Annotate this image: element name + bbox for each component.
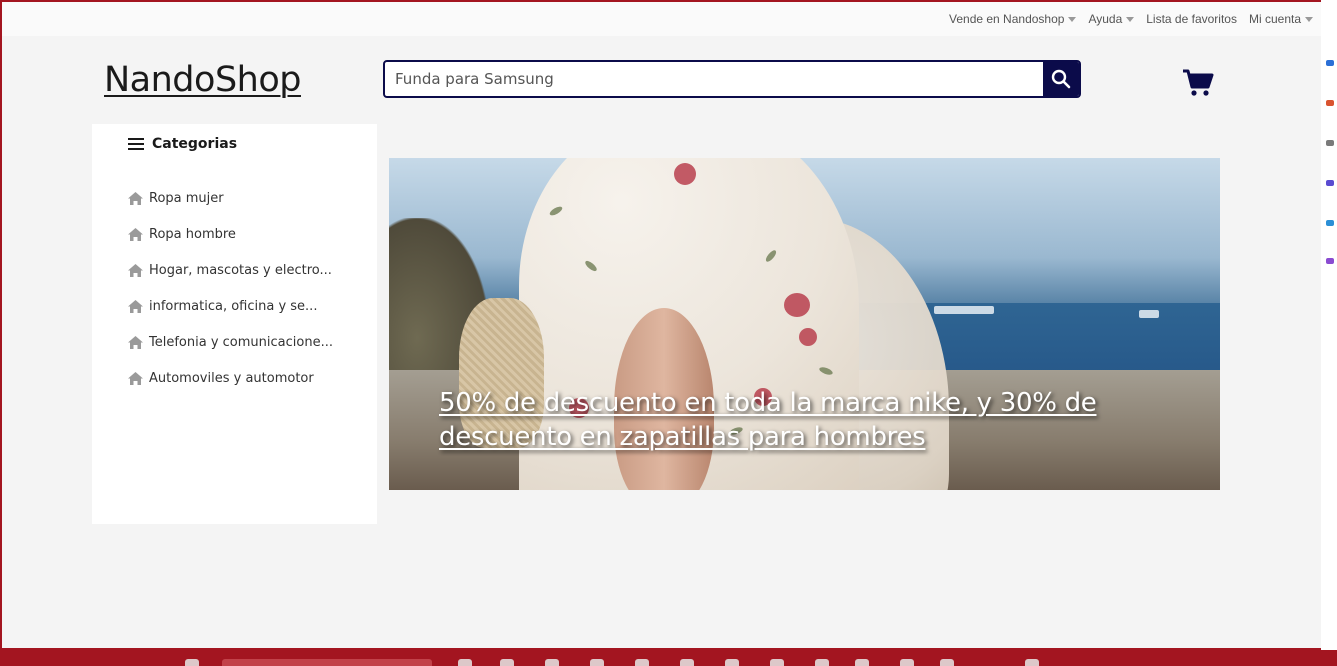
- taskbar-app-icon[interactable]: [590, 659, 604, 666]
- chevron-down-icon: [1068, 16, 1077, 22]
- search-bar: [383, 60, 1081, 98]
- side-panel-edge: [1321, 0, 1337, 650]
- banner-dress-flower: [784, 293, 810, 317]
- banner-dress-flower: [674, 163, 696, 185]
- os-taskbar: [0, 650, 1337, 666]
- home-icon: [128, 191, 143, 205]
- search-button[interactable]: [1043, 62, 1079, 96]
- side-panel-icon: [1326, 220, 1334, 226]
- chevron-down-icon: [1305, 16, 1313, 22]
- taskbar-app-icon[interactable]: [770, 659, 784, 666]
- shopping-cart-icon: [1183, 69, 1214, 96]
- top-links: Vende en Nandoshop Ayuda Lista de favori…: [949, 12, 1313, 26]
- category-item-telefonia[interactable]: Telefonia y comunicacione...: [128, 324, 333, 360]
- taskbar-app-icon[interactable]: [855, 659, 869, 666]
- promo-banner[interactable]: 50% de descuento en toda la marca nike, …: [389, 158, 1220, 490]
- taskbar-app-icon[interactable]: [900, 659, 914, 666]
- category-label: informatica, oficina y se...: [149, 298, 318, 314]
- taskbar-search[interactable]: [222, 659, 432, 666]
- banner-dress-flower: [799, 328, 817, 346]
- menu-icon: [128, 138, 144, 150]
- search-input[interactable]: [385, 62, 1045, 96]
- site-logo[interactable]: NandoShop: [104, 60, 301, 100]
- side-panel-icon: [1326, 140, 1334, 146]
- side-panel-icon: [1326, 258, 1334, 264]
- chevron-down-icon: [1126, 16, 1135, 22]
- account-link-label: Mi cuenta: [1248, 12, 1301, 26]
- top-utility-bar: Vende en Nandoshop Ayuda Lista de favori…: [2, 2, 1321, 36]
- banner-caption[interactable]: 50% de descuento en toda la marca nike, …: [439, 386, 1139, 454]
- home-icon: [128, 263, 143, 277]
- category-item-automoviles[interactable]: Automoviles y automotor: [128, 360, 333, 396]
- taskbar-app-icon[interactable]: [815, 659, 829, 666]
- help-link[interactable]: Ayuda: [1088, 12, 1135, 26]
- taskbar-app-icon[interactable]: [1025, 659, 1039, 666]
- categories-title: Categorias: [152, 136, 238, 152]
- favorites-link[interactable]: Lista de favoritos: [1146, 12, 1237, 26]
- taskbar-app-icon[interactable]: [500, 659, 514, 666]
- taskbar-app-icon[interactable]: [680, 659, 694, 666]
- category-item-informatica[interactable]: informatica, oficina y se...: [128, 288, 333, 324]
- favorites-link-label: Lista de favoritos: [1146, 12, 1237, 26]
- category-label: Ropa hombre: [149, 226, 236, 242]
- category-item-ropa-mujer[interactable]: Ropa mujer: [128, 180, 333, 216]
- sell-link-label: Vende en Nandoshop: [949, 12, 1065, 26]
- categories-header[interactable]: Categorias: [128, 136, 237, 152]
- category-item-ropa-hombre[interactable]: Ropa hombre: [128, 216, 333, 252]
- sell-link[interactable]: Vende en Nandoshop: [949, 12, 1077, 26]
- category-label: Ropa mujer: [149, 190, 224, 206]
- home-icon: [128, 299, 143, 313]
- home-icon: [128, 371, 143, 385]
- category-label: Automoviles y automotor: [149, 370, 314, 386]
- category-label: Telefonia y comunicacione...: [149, 334, 333, 350]
- help-link-label: Ayuda: [1088, 12, 1123, 26]
- category-list: Ropa mujer Ropa hombre Hogar, mascotas y…: [128, 180, 333, 396]
- taskbar-app-icon[interactable]: [940, 659, 954, 666]
- taskbar-app-icon[interactable]: [635, 659, 649, 666]
- taskbar-app-icon[interactable]: [545, 659, 559, 666]
- banner-boat: [1139, 310, 1159, 318]
- side-panel-icon: [1326, 100, 1334, 106]
- browser-viewport: Vende en Nandoshop Ayuda Lista de favori…: [2, 2, 1321, 648]
- taskbar-app-icon[interactable]: [725, 659, 739, 666]
- home-icon: [128, 227, 143, 241]
- banner-boat: [934, 306, 994, 314]
- account-link[interactable]: Mi cuenta: [1249, 12, 1313, 26]
- categories-sidebar: Categorias Ropa mujer Ropa hombre Hogar,…: [92, 124, 377, 524]
- taskbar-app-icon[interactable]: [185, 659, 199, 666]
- side-panel-icon: [1326, 60, 1334, 66]
- category-label: Hogar, mascotas y electro...: [149, 262, 332, 278]
- home-icon: [128, 335, 143, 349]
- taskbar-app-icon[interactable]: [458, 659, 472, 666]
- category-item-hogar[interactable]: Hogar, mascotas y electro...: [128, 252, 333, 288]
- side-panel-icon: [1326, 180, 1334, 186]
- cart-button[interactable]: [1182, 68, 1214, 98]
- search-icon: [1051, 69, 1071, 89]
